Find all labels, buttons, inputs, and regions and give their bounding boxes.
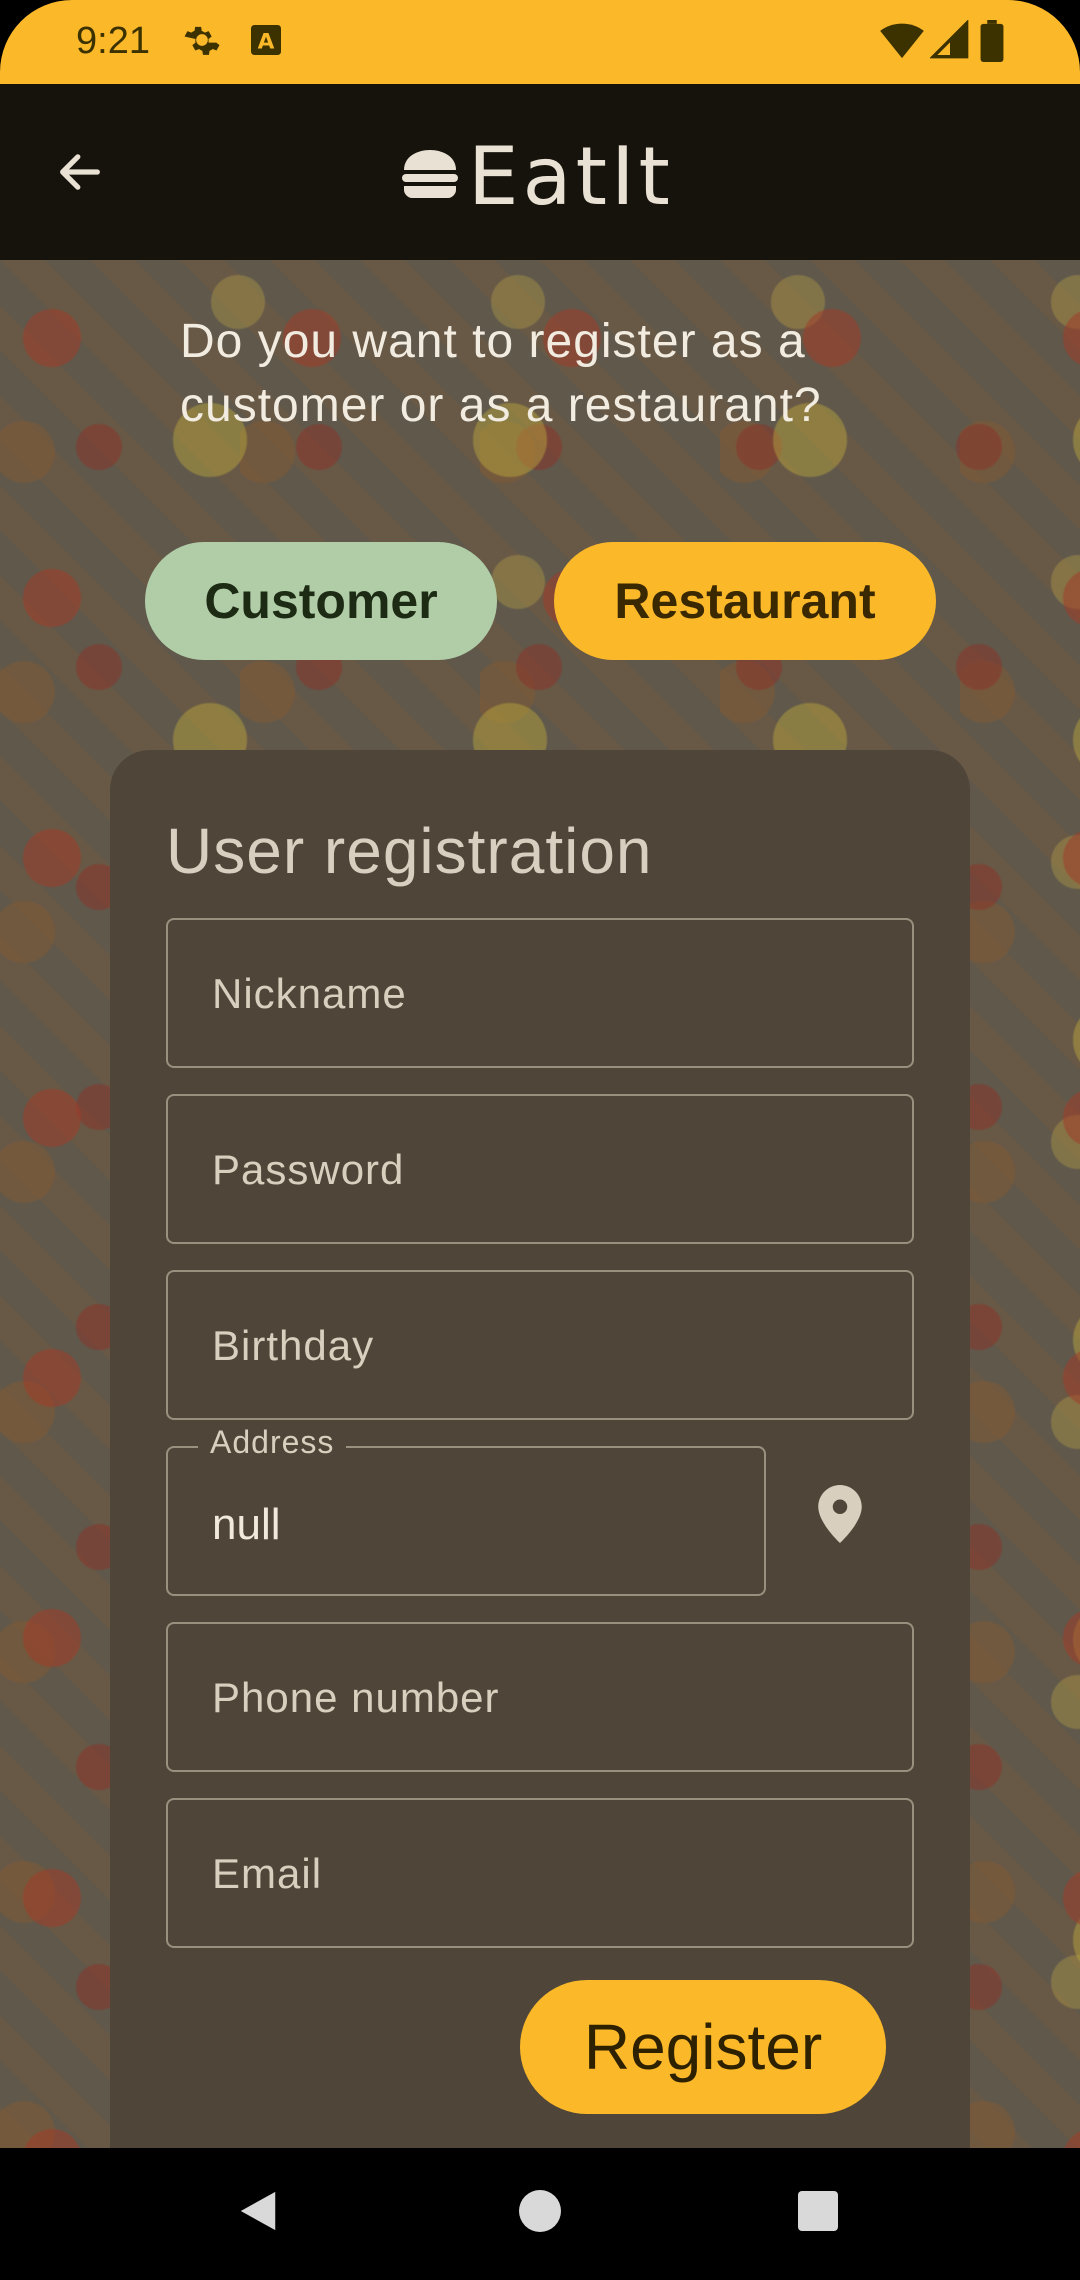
app-title: EatIt	[468, 129, 674, 223]
svg-text:A: A	[258, 29, 275, 54]
password-placeholder: Password	[212, 1146, 405, 1193]
customer-button[interactable]: Customer	[145, 542, 497, 660]
registration-card: User registration Nickname Password Birt…	[110, 750, 970, 2148]
nickname-field[interactable]: Nickname	[166, 918, 914, 1068]
phone-screen: 9:21 A EatIt Do you want to register as …	[0, 0, 1080, 2280]
battery-icon	[980, 20, 1004, 67]
square-recents-icon	[798, 2190, 838, 2236]
gear-icon	[182, 20, 222, 65]
address-field[interactable]: Address null	[166, 1424, 766, 1596]
status-bar: 9:21 A	[0, 0, 1080, 84]
birthday-placeholder: Birthday	[212, 1322, 375, 1369]
restaurant-button[interactable]: Restaurant	[554, 542, 936, 660]
burger-icon	[400, 148, 460, 205]
system-nav-bar	[0, 2148, 1080, 2280]
app-bar: EatIt	[0, 84, 1080, 260]
address-label: Address	[198, 1424, 347, 1461]
email-placeholder: Email	[212, 1850, 323, 1897]
circle-home-icon	[519, 2189, 561, 2237]
location-pin-icon	[818, 1484, 862, 1548]
phone-field[interactable]: Phone number	[166, 1622, 914, 1772]
address-value: null	[212, 1500, 281, 1549]
signal-icon	[929, 19, 970, 65]
a-icon: A	[246, 20, 286, 65]
register-question: Do you want to register as a customer or…	[180, 315, 822, 432]
nav-back-button[interactable]	[218, 2178, 298, 2248]
password-field[interactable]: Password	[166, 1094, 914, 1244]
email-field[interactable]: Email	[166, 1798, 914, 1948]
phone-placeholder: Phone number	[212, 1674, 500, 1721]
wifi-icon	[880, 20, 924, 65]
nav-recents-button[interactable]	[778, 2178, 858, 2248]
arrow-left-icon	[54, 146, 106, 203]
nickname-placeholder: Nickname	[212, 970, 407, 1017]
form-title: User registration	[166, 815, 653, 887]
status-time: 9:21	[76, 20, 150, 62]
register-button[interactable]: Register	[520, 1980, 886, 2114]
app-logo: EatIt	[400, 128, 674, 224]
nav-home-button[interactable]	[500, 2178, 580, 2248]
location-button[interactable]	[800, 1476, 880, 1556]
back-button[interactable]	[40, 134, 120, 214]
triangle-back-icon	[236, 2188, 280, 2239]
birthday-field[interactable]: Birthday	[166, 1270, 914, 1420]
